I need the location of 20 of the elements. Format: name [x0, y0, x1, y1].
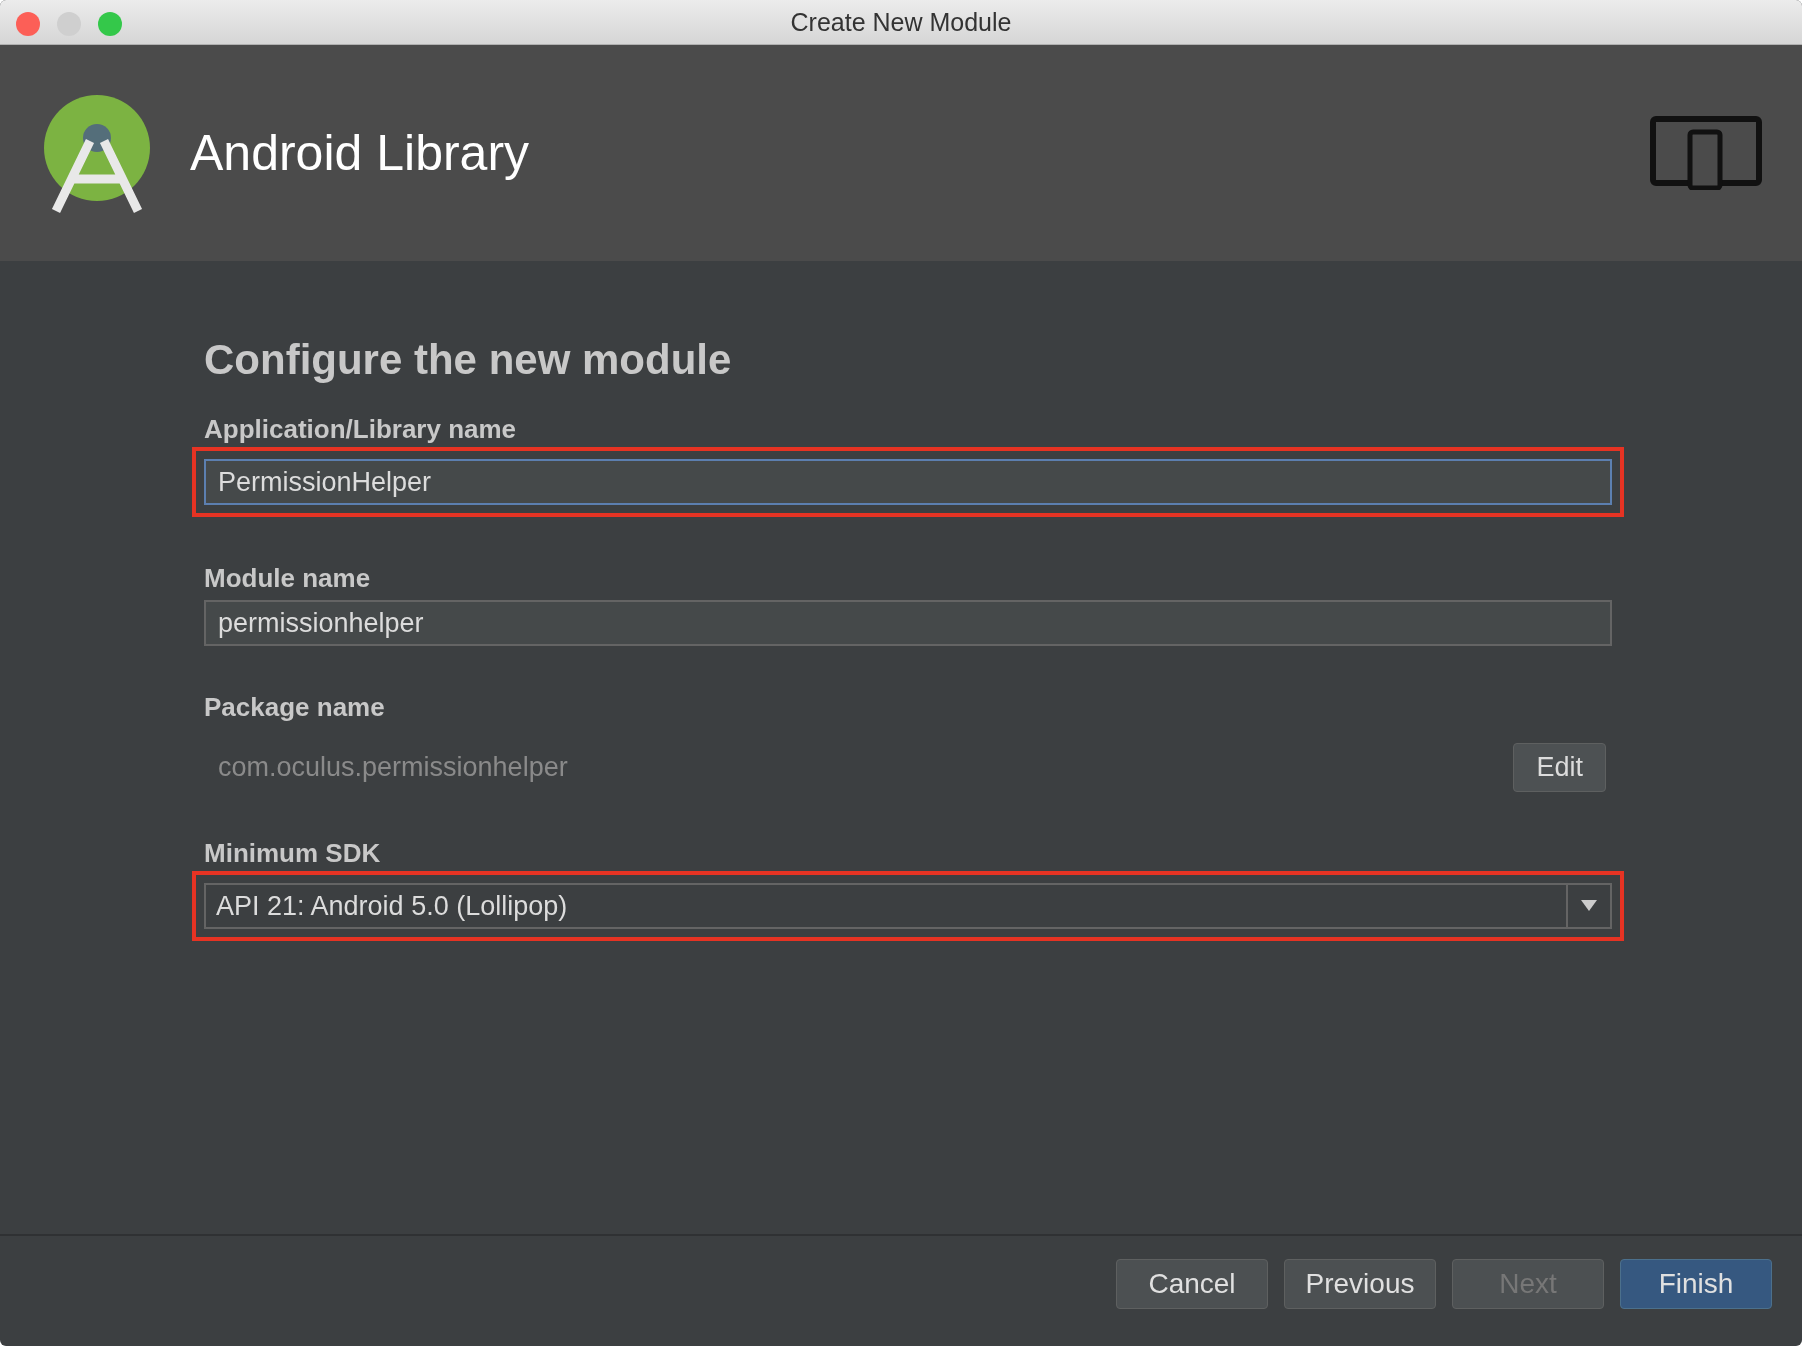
module-type-title: Android Library [190, 124, 531, 182]
sdk-dropdown[interactable]: API 21: Android 5.0 (Lollipop) [204, 883, 1612, 929]
phone-tablet-icon [1650, 116, 1762, 190]
dialog-button[interactable]: Finish [1620, 1259, 1772, 1309]
close-button[interactable] [16, 12, 40, 36]
field-label: Application/Library name [204, 414, 518, 445]
field-label: Package name [204, 692, 386, 723]
text-field[interactable]: permissionhelper [204, 600, 1612, 646]
caret-icon [1581, 900, 1597, 912]
field-label: Module name [204, 563, 372, 594]
zoom-button[interactable] [98, 12, 122, 36]
minimize-button[interactable] [57, 12, 81, 36]
page-heading: Configure the new module [204, 336, 733, 384]
dialog-button[interactable]: Cancel [1116, 1259, 1268, 1309]
field-label: Minimum SDK [204, 838, 382, 869]
dialog-button[interactable]: Previous [1284, 1259, 1436, 1309]
package-name-text: com.oculus.permissionhelper [218, 752, 568, 783]
text-field[interactable]: PermissionHelper [204, 459, 1612, 505]
edit-button[interactable]: Edit [1513, 743, 1606, 792]
window-title: Create New Module [790, 7, 1012, 37]
